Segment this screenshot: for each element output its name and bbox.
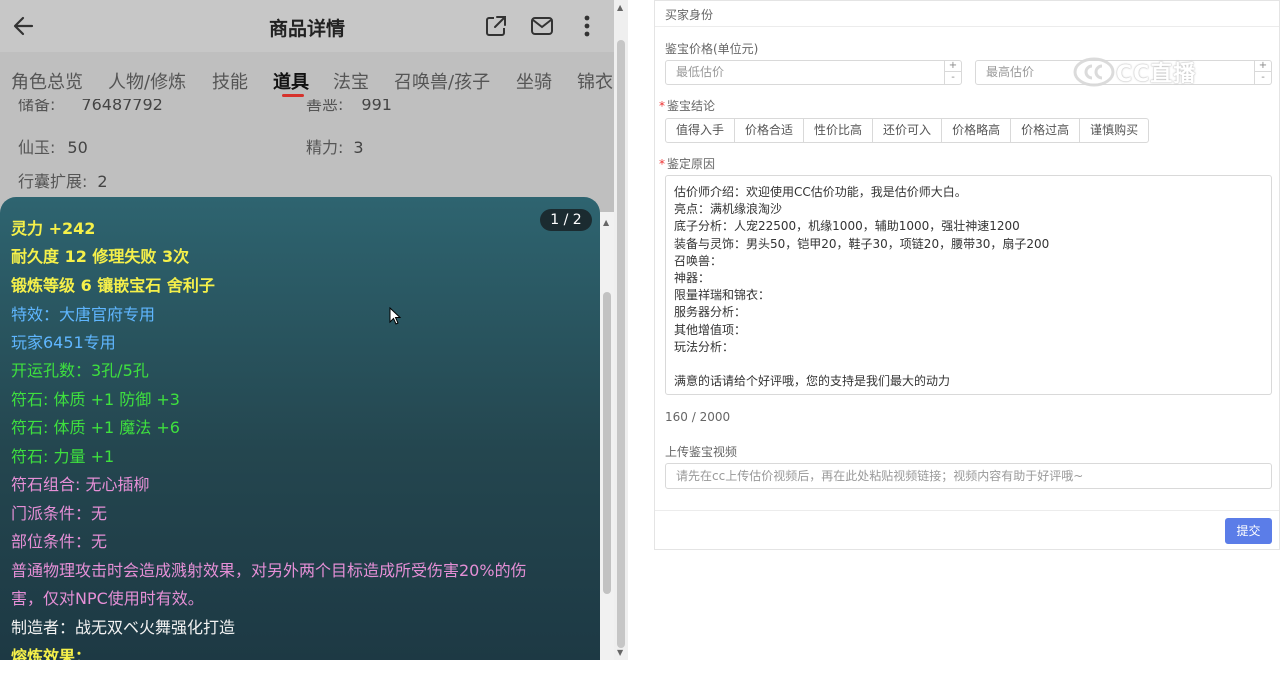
tooltip-line: 锻炼等级 6 镶嵌宝石 舍利子 bbox=[11, 276, 215, 295]
reason-line: 玩法分析： bbox=[674, 339, 735, 354]
tooltip-line: 普通物理攻击时会造成溅射效果，对另外两个目标造成所受伤害20%的伤 bbox=[11, 561, 527, 580]
reason-line: 装备与灵饰：男头50，铠甲20，鞋子30，项链20，腰带30，扇子200 bbox=[674, 236, 1050, 251]
reason-line: 限量祥瑞和锦衣： bbox=[674, 288, 771, 303]
tab-treasure[interactable]: 法宝 bbox=[333, 68, 369, 94]
conclusion-option[interactable]: 价格合适 bbox=[734, 118, 805, 143]
share-icon[interactable] bbox=[483, 13, 509, 39]
reason-line: 满意的话请给个好评哦，您的支持是我们最大的动力 bbox=[674, 374, 951, 389]
tooltip-line: 符石: 体质 +1 魔法 +6 bbox=[11, 418, 180, 437]
video-link-input[interactable]: 请先在cc上传估价视频后，再在此处粘贴视频链接；视频内容有助于好评哦~ bbox=[665, 463, 1272, 489]
tooltip-line: 符石组合: 无心插柳 bbox=[11, 475, 150, 494]
tooltip-line: 熔炼效果： bbox=[11, 647, 92, 660]
mouse-cursor-icon bbox=[389, 307, 402, 325]
stat-energy: 精力: 3 bbox=[306, 138, 364, 157]
tooltip-scrollbar-thumb[interactable] bbox=[603, 292, 611, 594]
tooltip-pager: 1 / 2 bbox=[540, 209, 592, 231]
cc-logo-icon bbox=[1073, 57, 1115, 87]
stat-bag-expansion: 行囊扩展: 2 bbox=[18, 172, 108, 191]
stat-xianyu: 仙玉: 50 bbox=[18, 138, 88, 157]
tab-overview[interactable]: 角色总览 bbox=[11, 68, 83, 94]
submit-button[interactable]: 提交 bbox=[1225, 518, 1272, 544]
price-label: 鉴宝价格(单位元) bbox=[665, 42, 759, 56]
section-divider bbox=[655, 26, 1279, 27]
conclusion-label: * 鉴宝结论 bbox=[659, 99, 716, 113]
tooltip-line: 特效：大唐官府专用 bbox=[11, 305, 156, 324]
page-scroll-down-icon[interactable]: ▼ bbox=[617, 648, 623, 657]
tab-items[interactable]: 道具 bbox=[273, 68, 309, 94]
tooltip-line: 耐久度 12 修理失败 3次 bbox=[11, 247, 190, 266]
reason-line: 估价师介绍：欢迎使用CC估价功能，我是估价师大白。 bbox=[674, 185, 967, 199]
tooltip-line: 制造者：战无双ベ火舞强化打造 bbox=[11, 618, 236, 637]
tooltip-line: 符石: 体质 +1 防御 +3 bbox=[11, 390, 180, 409]
tab-summons[interactable]: 召唤兽/孩子 bbox=[394, 68, 490, 94]
tooltip-line: 门派条件：无 bbox=[11, 504, 108, 523]
stat-karma: 善恶: 991 bbox=[306, 99, 392, 113]
watermark: CC直播 bbox=[1072, 54, 1196, 90]
tooltip-line: 开运孔数：3孔/5孔 bbox=[11, 361, 149, 380]
page-scrollbar-thumb[interactable] bbox=[617, 40, 625, 648]
reason-label: * 鉴定原因 bbox=[659, 157, 716, 171]
reason-line: 亮点：满机缘浪淘沙 bbox=[674, 202, 783, 217]
buyer-identity-label: 买家身份 bbox=[665, 8, 714, 22]
tooltip-line: 灵力 +242 bbox=[11, 219, 96, 238]
mail-icon[interactable] bbox=[529, 13, 555, 39]
tab-character[interactable]: 人物/修炼 bbox=[108, 68, 186, 94]
max-price-stepper[interactable]: + - bbox=[1254, 60, 1271, 85]
scroll-up-icon[interactable]: ▲ bbox=[603, 218, 609, 227]
reason-line: 服务器分析： bbox=[674, 305, 747, 320]
tab-outfits[interactable]: 锦衣 bbox=[577, 68, 613, 94]
category-tabs: 角色总览 人物/修炼 技能 道具 法宝 召唤兽/孩子 坐骑 锦衣 bbox=[0, 60, 614, 100]
page-title: 商品详情 bbox=[268, 18, 345, 40]
conclusion-option[interactable]: 价格略高 bbox=[941, 118, 1012, 143]
tooltip-line: 害，仅对NPC使用时有效。 bbox=[11, 589, 204, 608]
tooltip-line: 符石: 力量 +1 bbox=[11, 447, 115, 466]
reason-line: 神器： bbox=[674, 270, 711, 285]
min-price-input[interactable]: 最低估价 bbox=[665, 60, 962, 85]
conclusion-option[interactable]: 谨慎购买 bbox=[1079, 118, 1150, 143]
reason-line: 其他增值项： bbox=[674, 322, 747, 337]
reason-textarea[interactable]: 估价师介绍：欢迎使用CC估价功能，我是估价师大白。 亮点：满机缘浪淘沙 底子分析… bbox=[665, 175, 1272, 395]
reason-line: 底子分析：人宠22500，机缘1000，辅助1000，强壮神速1200 bbox=[674, 219, 1020, 234]
conclusion-option[interactable]: 价格过高 bbox=[1010, 118, 1081, 143]
item-tooltip: 1 / 2 灵力 +242 耐久度 12 修理失败 3次 锻炼等级 6 镶嵌宝石… bbox=[0, 197, 600, 660]
footer-divider bbox=[655, 510, 1279, 511]
item-detail-panel: 商品详情 角色总览 人物/修炼 技能 道具 法宝 召唤兽/孩子 坐骑 锦衣 储备… bbox=[0, 0, 628, 660]
stat-reserve: 储备: 76487792 bbox=[18, 99, 163, 113]
char-count: 160 / 2000 bbox=[665, 410, 731, 424]
min-price-stepper[interactable]: + - bbox=[944, 60, 961, 85]
video-label: 上传鉴宝视频 bbox=[665, 445, 738, 459]
active-tab-indicator bbox=[282, 94, 304, 97]
tab-skills[interactable]: 技能 bbox=[212, 68, 248, 94]
reason-line: 召唤兽： bbox=[674, 253, 723, 268]
more-menu-icon[interactable] bbox=[574, 13, 600, 39]
conclusion-option[interactable]: 值得入手 bbox=[665, 118, 736, 143]
conclusion-option[interactable]: 性价比高 bbox=[803, 118, 874, 143]
conclusion-option[interactable]: 还价可入 bbox=[872, 118, 943, 143]
tab-mounts[interactable]: 坐骑 bbox=[516, 68, 552, 94]
watermark-text: CC直播 bbox=[1116, 62, 1197, 87]
conclusion-options: 值得入手 价格合适 性价比高 还价可入 价格略高 价格过高 谨慎购买 bbox=[665, 118, 1150, 143]
tooltip-line: 玩家6451专用 bbox=[11, 333, 116, 352]
page-scroll-up-icon[interactable]: ▲ bbox=[617, 3, 623, 12]
tooltip-line: 部位条件：无 bbox=[11, 532, 108, 551]
top-bar: 商品详情 bbox=[0, 0, 614, 52]
reason-line bbox=[674, 356, 1263, 373]
